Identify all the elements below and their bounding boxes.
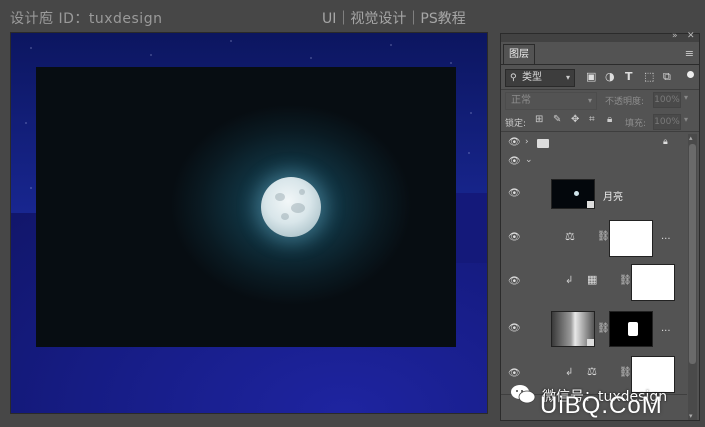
adjustment-filter-icon[interactable]: ◑ <box>605 70 615 83</box>
watermark-designer-id: 设计庖 ID：tuxdesign <box>10 11 163 27</box>
filter-toggle-icon[interactable] <box>687 71 694 78</box>
eye-icon[interactable]: 👁︎ <box>508 276 521 287</box>
eye-icon[interactable]: 👁︎ <box>508 368 521 379</box>
layer-name[interactable]: 月亮 <box>603 188 623 203</box>
layer-row-waterfall[interactable]: 👁︎ ⛓ ... <box>501 304 687 355</box>
lock-label: 锁定: <box>505 119 527 129</box>
layer-row-moon[interactable]: 👁︎ 月亮 <box>501 172 687 217</box>
link-icon[interactable]: ⛓ <box>597 231 610 242</box>
layer-thumbnail <box>551 179 595 209</box>
curves-icon: ▦ <box>587 273 598 286</box>
blend-mode-value: 正常 <box>511 95 531 106</box>
search-icon: ⚲ <box>510 73 517 83</box>
panel-menu-icon[interactable]: ≡ <box>685 47 694 60</box>
eye-icon[interactable]: 👁︎ <box>508 156 521 167</box>
collapse-icon[interactable]: » <box>672 31 678 41</box>
chevron-down-icon[interactable]: ⌄ <box>525 155 533 165</box>
chevron-down-icon[interactable]: ▾ <box>684 115 688 124</box>
lock-position-icon[interactable]: ✥ <box>571 114 579 125</box>
eye-icon[interactable]: 👁︎ <box>508 323 521 334</box>
layers-scrollbar[interactable]: ▴ ▾ <box>688 134 697 420</box>
tab-layers[interactable]: 图层 <box>503 44 535 65</box>
layer-row-group-collapsed[interactable]: 👁︎ › 🔒︎ <box>501 134 687 153</box>
panel-header-strip: » ✕ <box>501 31 699 42</box>
layer-name-truncated: ... <box>661 231 671 242</box>
close-icon[interactable]: ✕ <box>687 31 695 41</box>
lock-icon: 🔒︎ <box>663 137 668 147</box>
link-icon[interactable]: ⛓ <box>597 323 610 334</box>
site-watermark: UiBQ.CoM <box>540 392 663 419</box>
link-icon[interactable]: ⛓ <box>619 367 632 378</box>
tab-divider <box>501 64 699 65</box>
lock-image-icon[interactable]: ✎ <box>553 114 561 125</box>
layers-list: 👁︎ › 🔒︎ 👁︎ ⌄ 👁︎ 月亮 👁︎ ⚖ ⛓ ... 👁︎ ↲ ▦ ⛓ 👁… <box>501 134 687 420</box>
smart-object-filter-icon[interactable]: ⧉ <box>663 70 671 84</box>
type-filter-icon[interactable]: T <box>625 70 633 83</box>
watermark-tagline: UI｜视觉设计｜PS教程 <box>322 11 466 27</box>
selected-layer-content[interactable] <box>36 67 456 347</box>
layers-panel: » ✕ 图层 ≡ ⚲ 类型 ▾ ▣ ◑ T ⬚ ⧉ 正常 ▾ 不透明度: 100… <box>500 31 700 421</box>
title-bar: 设计庖 ID：tuxdesign UI｜视觉设计｜PS教程 <box>0 0 705 34</box>
image-filter-icon[interactable]: ▣ <box>586 70 596 83</box>
clip-arrow-icon: ↲ <box>565 367 574 378</box>
eye-icon[interactable]: 👁︎ <box>508 232 521 243</box>
mask-thumbnail[interactable] <box>631 264 675 301</box>
scroll-up-icon[interactable]: ▴ <box>689 134 693 142</box>
layer-filter-select[interactable]: ⚲ 类型 ▾ <box>505 69 575 87</box>
eye-icon[interactable]: 👁︎ <box>508 188 521 199</box>
layer-thumbnail <box>551 311 595 347</box>
layer-name-truncated: ... <box>661 323 671 334</box>
opacity-label: 不透明度: <box>605 97 645 107</box>
scroll-down-icon[interactable]: ▾ <box>689 412 693 420</box>
eye-icon[interactable]: 👁︎ <box>508 137 521 148</box>
lock-artboard-icon[interactable]: ⌗ <box>589 114 595 125</box>
layer-row-adjustment[interactable]: 👁︎ ⚖ ⛓ ... <box>501 216 687 261</box>
divider <box>501 131 699 132</box>
divider <box>501 89 699 90</box>
shape-filter-icon[interactable]: ⬚ <box>644 70 654 83</box>
chevron-down-icon: ▾ <box>587 96 592 105</box>
clip-arrow-icon: ↲ <box>565 275 574 286</box>
balance-icon: ⚖ <box>565 230 575 243</box>
fill-label: 填充: <box>625 119 647 129</box>
lock-transparent-icon[interactable]: ⊞ <box>535 114 543 125</box>
fill-input[interactable]: 100% <box>653 114 681 130</box>
blend-mode-select[interactable]: 正常 ▾ <box>505 92 597 110</box>
wechat-icon <box>511 385 536 404</box>
scrollbar-thumb[interactable] <box>689 144 696 364</box>
opacity-input[interactable]: 100% <box>653 92 681 108</box>
layer-row-group-expanded[interactable]: 👁︎ ⌄ <box>501 152 687 173</box>
folder-icon <box>537 139 549 148</box>
chevron-down-icon[interactable]: ▾ <box>684 93 688 102</box>
mask-thumbnail[interactable] <box>609 311 653 347</box>
link-icon[interactable]: ⛓ <box>619 275 632 286</box>
moon-image <box>261 177 321 237</box>
lock-all-icon[interactable]: 🔒︎ <box>607 114 612 125</box>
chevron-down-icon: ▾ <box>565 73 570 82</box>
balance-icon: ⚖ <box>587 365 597 378</box>
layer-row-curves[interactable]: 👁︎ ↲ ▦ ⛓ <box>501 260 687 305</box>
chevron-right-icon[interactable]: › <box>525 137 529 147</box>
mask-thumbnail[interactable] <box>609 220 653 257</box>
document-canvas[interactable] <box>10 32 488 414</box>
layer-filter-value: 类型 <box>522 72 542 83</box>
